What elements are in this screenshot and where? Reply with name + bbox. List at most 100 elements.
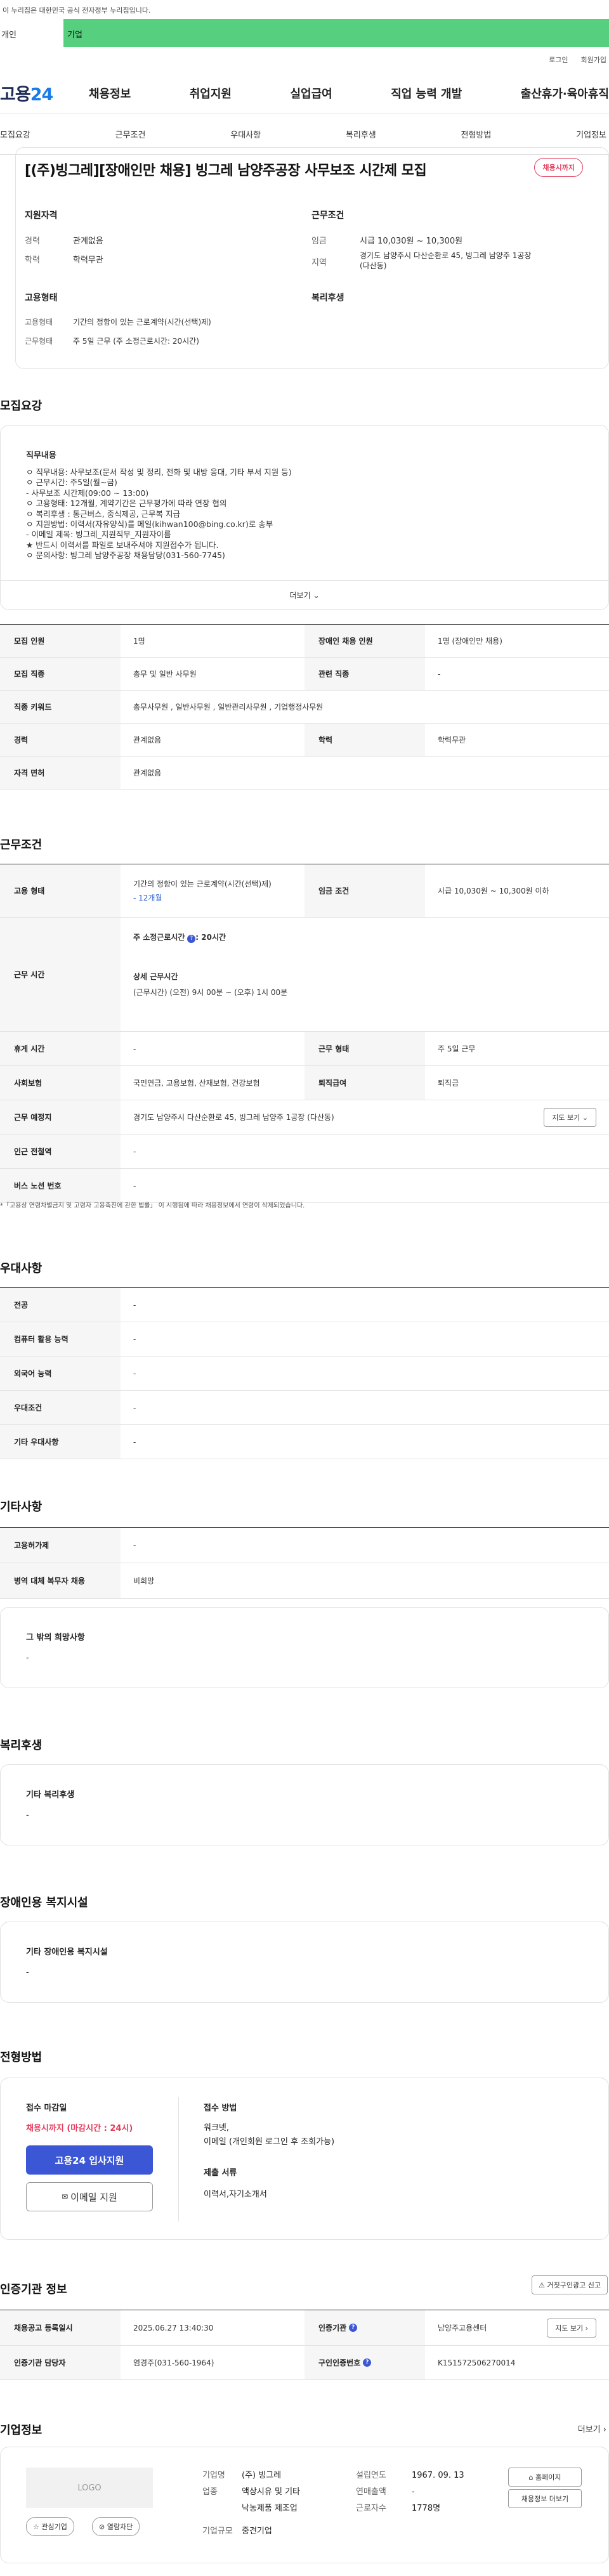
more-label: 더보기: [289, 591, 311, 600]
job-desc-heading: 직무내용: [26, 451, 56, 460]
row-value: 주 5일 근무: [438, 1044, 476, 1053]
work-label: 근무형태: [25, 337, 53, 346]
company-name-value: (주) 빙그레: [242, 2471, 282, 2480]
company-biz-line: 낙농제품 제조업: [242, 2504, 298, 2513]
row-label: 구인인증번호?: [304, 2346, 425, 2379]
row-label: 경력: [0, 724, 121, 756]
chevron-right-icon: ›: [585, 2324, 588, 2332]
row-value: 관계없음: [133, 769, 162, 777]
work-hours-label: 주 소정근로시간: [133, 933, 185, 942]
tab-work[interactable]: 근무조건: [115, 128, 146, 140]
row-value: -: [133, 1540, 136, 1550]
welfare-heading: 복리후생: [311, 293, 344, 303]
job-desc-text: ㅇ 직무내용: 사무보조(문서 작성 및 정리, 전화 및 내방 응대, 기타 …: [26, 467, 292, 561]
homepage-button[interactable]: ⌂ 홈페이지: [508, 2468, 582, 2487]
row-label: 버스 노선 번호: [0, 1169, 121, 1202]
row-value: -: [438, 669, 441, 679]
personal-tab[interactable]: 개인: [0, 19, 63, 47]
table-row: 직종 키워드 총무사무원 , 일반사무원 , 일반관리사무원 , 기업행정사무원: [0, 691, 609, 724]
row-label: 고용허가제: [0, 1528, 121, 1563]
join-link[interactable]: 회원가입: [581, 55, 606, 65]
row-value: -: [133, 1044, 136, 1053]
row-label: 근무 예정지: [0, 1100, 121, 1134]
company-logo: LOGO: [26, 2468, 153, 2508]
tab-company[interactable]: 기업정보: [576, 128, 606, 140]
row-label: 휴게 시간: [0, 1032, 121, 1065]
job-summary-card: [(주)빙그레][장애인만 채용] 빙그레 남양주공장 사무보조 시간제 모집 …: [15, 147, 609, 369]
row-label: 인근 전철역: [0, 1135, 121, 1168]
map-button[interactable]: 지도 보기 ⌄: [544, 1107, 596, 1127]
table-row: 고용허가제 -: [0, 1528, 609, 1563]
row-value: -: [133, 1300, 136, 1310]
welfare-sub-heading: 기타 복리후생: [26, 1790, 75, 1800]
report-button[interactable]: ⚠ 거짓구인광고 신고: [532, 2275, 608, 2294]
emp-heading: 고용형태: [25, 293, 58, 303]
company-staff-value: 1778명: [412, 2504, 441, 2513]
desc-line: ㅇ 복리후생 : 통근버스, 중식제공, 근무복 지급: [26, 509, 180, 519]
cert-table: 채용공고 등록일시 2025.06.27 13:40:30 인증기관? 남양주고용센터…: [0, 2310, 609, 2380]
table-row: 병역 대체 복무자 채용 비희망: [0, 1563, 609, 1599]
job-desc-card: 직무내용 ㅇ 직무내용: 사무보조(문서 작성 및 정리, 전화 및 내방 응대…: [0, 425, 609, 610]
block-button[interactable]: ⊘ 열람차단: [92, 2517, 140, 2536]
tab-process[interactable]: 전형방법: [461, 128, 492, 140]
row-value: 총무 및 일반 사무원: [133, 670, 197, 679]
wage-row: 임금 시급 10,030원 ~ 10,300원: [311, 234, 462, 246]
welfare-section-heading: 복리후생: [0, 1739, 43, 1752]
wish-heading: 그 밖의 희망사항: [26, 1633, 85, 1643]
welfare-value: -: [26, 1811, 29, 1820]
gnb-item-benefit[interactable]: 실업급여: [291, 85, 332, 101]
cond-heading: 근무조건: [311, 211, 344, 221]
company-jobs-button[interactable]: 채용정보 더보기: [508, 2489, 582, 2508]
gnb-item-jobs[interactable]: 채용정보: [89, 85, 131, 101]
map-button[interactable]: 지도 보기 ›: [547, 2318, 596, 2338]
company-staff-label: 근로자수: [356, 2504, 386, 2513]
work-value: 주 5일 근무 (주 소정근로시간: 20시간): [73, 337, 199, 346]
info-icon[interactable]: ?: [349, 2324, 358, 2332]
map-button-label: 지도 보기: [552, 1113, 580, 1122]
age-notice-text: 「고용상 연령차별금지 및 고령자 고용촉진에 관한 법률」 이 시행됨에 따라…: [3, 1202, 305, 1209]
table-row: 기타 우대사항 -: [0, 1425, 609, 1459]
company-size-label: 기업규모: [202, 2527, 233, 2536]
gnb-item-training[interactable]: 직업 능력 개발: [391, 85, 462, 101]
email-apply-button[interactable]: ✉ 이메일 지원: [26, 2182, 153, 2211]
method-line: 이메일 (개인회원 로그인 후 조회가능): [204, 2137, 335, 2147]
chevron-down-icon: ⌄: [313, 590, 320, 600]
login-link[interactable]: 로그인: [549, 55, 568, 65]
company-more-link[interactable]: 더보기 ›: [578, 2423, 606, 2435]
info-icon[interactable]: ?: [363, 2358, 372, 2367]
apply-button[interactable]: 고용24 입사지원: [26, 2145, 153, 2175]
logo-text-a: 고용: [0, 85, 31, 105]
company-biz-label: 업종: [202, 2487, 218, 2497]
work-heading: 근무조건: [0, 838, 43, 852]
wage-value: 시급 10,030원 ~ 10,300원: [360, 237, 463, 246]
disab-sub-heading: 기타 장애인용 복지시설: [26, 1948, 108, 1957]
pref-table: 전공 - 컴퓨터 활용 능력 - 외국어 능력 - 우대조건 - 기타 우대사항 -: [0, 1287, 609, 1459]
gnb-item-support[interactable]: 취업지원: [190, 85, 232, 101]
fav-company-button[interactable]: ☆ 관심기업: [26, 2517, 74, 2536]
tab-welfare[interactable]: 복리후생: [346, 128, 376, 140]
edu-value: 학력무관: [73, 256, 103, 265]
cert-heading: 인증기관 정보: [0, 2283, 67, 2296]
tab-pref[interactable]: 우대사항: [230, 128, 261, 140]
career-label: 경력: [25, 237, 40, 246]
row-value: 비희망: [133, 1577, 155, 1585]
chevron-down-icon: ⌄: [582, 1113, 588, 1122]
table-row: 사회보험 국민연금, 고용보험, 산재보험, 건강보험 퇴직급여 퇴직금: [0, 1066, 609, 1100]
more-button[interactable]: 더보기 ⌄: [1, 580, 608, 609]
logo[interactable]: 고용24: [0, 81, 89, 105]
emp-label: 고용형태: [25, 318, 53, 327]
tab-recruit[interactable]: 모집요강: [0, 128, 30, 140]
table-row: 휴게 시간 - 근무 형태 주 5일 근무: [0, 1032, 609, 1066]
row-value: -: [133, 1369, 136, 1378]
disab-card: 기타 장애인용 복지시설 -: [0, 1922, 609, 2003]
email-apply-label: 이메일 지원: [70, 2191, 117, 2203]
row-label: 관련 직종: [304, 658, 425, 690]
emp-period-value: - 12개월: [133, 893, 162, 902]
row-label: 인증기관 담당자: [0, 2346, 121, 2379]
info-icon[interactable]: ?: [187, 935, 196, 943]
gnb-item-leave[interactable]: 출산휴가·육아휴직: [521, 85, 609, 101]
row-value: -: [133, 1181, 136, 1190]
company-more-label: 더보기: [577, 2425, 601, 2435]
company-tab[interactable]: 기업: [63, 19, 609, 47]
loc-row: 지역 경기도 남양주시 다산순환로 45, 빙그레 남양주 1공장 (다산동): [311, 250, 531, 271]
